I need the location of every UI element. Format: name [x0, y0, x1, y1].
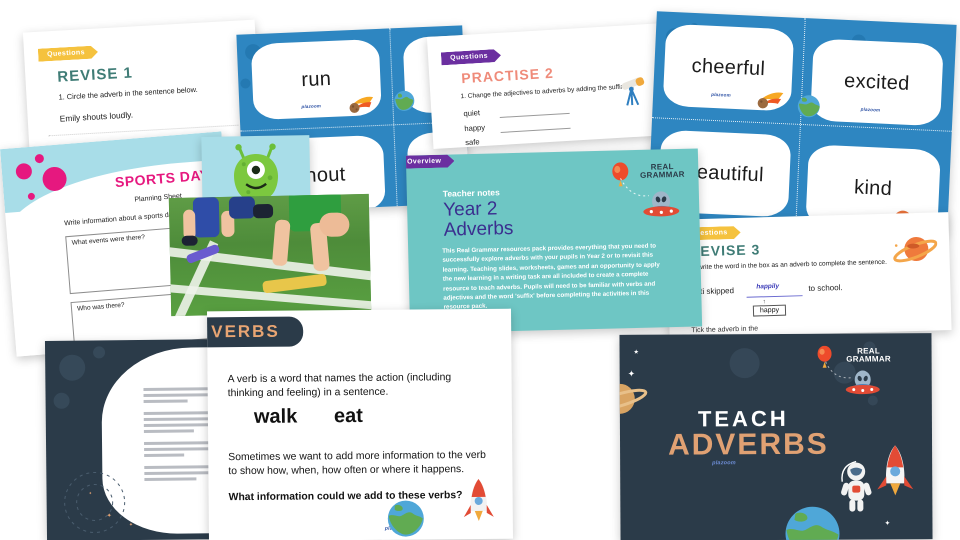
earth-icon [785, 506, 840, 540]
slide-title-line2: ADVERBS [667, 427, 829, 462]
word-card-label: cheerful [691, 54, 766, 80]
telescope-icon [621, 77, 645, 106]
earth-icon [394, 90, 415, 111]
word-card-label: run [300, 67, 332, 91]
rocket-icon [877, 445, 914, 496]
dotted-trail-icon [620, 178, 649, 197]
sports-day-photo [168, 193, 372, 317]
bubble-decor [240, 78, 251, 89]
resource-pack-collage: Questions REVISE 1 1. Circle the adverb … [0, 0, 960, 540]
slide-verbs[interactable]: VERBS A verb is a word that names the ac… [207, 308, 513, 540]
page-title: REVISE 1 [56, 64, 134, 86]
teacher-notes-label: Teacher notes [442, 187, 500, 199]
word-box: happy [752, 304, 787, 317]
worksheet-word: quiet [463, 108, 481, 119]
worksheet-question: 1. Change the adjectives to adverbs by a… [460, 82, 635, 101]
astronaut-icon [841, 460, 872, 512]
comet-icon [349, 96, 374, 113]
slide-recount-text[interactable]: ✦ ✦ ✦ [44, 339, 234, 540]
word-card-label: excited [843, 69, 911, 95]
bubble-decor [93, 346, 106, 359]
teacher-notes-title-line1: Year 2 [442, 198, 498, 221]
bubble-decor [53, 392, 70, 409]
star-icon: ✦ [106, 513, 112, 520]
plazoom-logo: plazoom [301, 103, 322, 110]
star-icon: ✦ [884, 520, 891, 528]
plazoom-logo: plazoom [860, 106, 881, 113]
page-title: PRACTISE 2 [460, 64, 555, 87]
worksheet-revise-3[interactable]: Questions REVISE 3 Rewrite the word in t… [666, 212, 952, 338]
comet-icon [757, 92, 784, 109]
answer-line[interactable] [500, 127, 571, 133]
slide-example-word: walk [253, 405, 298, 428]
slide-paragraph-1: A verb is a word that names the action (… [227, 372, 452, 400]
bubble-decor [59, 354, 86, 381]
worksheet-tag-questions: Questions [441, 49, 501, 66]
worksheet-next-question: Tick the adverb in the [691, 325, 759, 335]
worksheet-sentence: Emily shouts loudly. [59, 109, 134, 124]
worksheet-word: happy [464, 122, 486, 134]
teacher-notes-panel[interactable]: Overview Teacher notes Year 2 Adverbs Th… [405, 148, 703, 334]
plazoom-logo: plazoom [712, 460, 736, 467]
rocket-icon [463, 478, 494, 521]
worksheet-question: Rewrite the word in the box as an adverb… [689, 258, 887, 272]
dotted-trail-icon [825, 361, 852, 379]
child-shorts [192, 197, 220, 238]
worksheet-practise-2[interactable]: Questions PRACTISE 2 1. Change the adjec… [426, 23, 672, 149]
star-icon: ★ [633, 349, 639, 356]
slide-question: What information could we add to these v… [228, 490, 463, 504]
child-shoe [252, 203, 274, 219]
plazoom-logo: plazoom [711, 91, 731, 98]
cut-line [389, 28, 398, 207]
planet-icon [619, 383, 648, 414]
orbit-icon [64, 471, 126, 533]
real-grammar-logo: REAL GRAMMAR [816, 343, 908, 403]
word-card-label: kind [853, 175, 893, 200]
word-card[interactable]: run plazoom [250, 38, 382, 121]
slide-tab-label: VERBS [211, 321, 280, 342]
earth-icon [387, 500, 424, 537]
slide-example-word: eat [333, 404, 363, 428]
teacher-notes-tag-overview: Overview [406, 154, 455, 168]
child-shorts [228, 196, 256, 219]
slide-tab-verbs: VERBS [207, 316, 304, 348]
slide-paragraph-2: Sometimes we want to add more informatio… [228, 449, 486, 478]
handwritten-answer: happily [756, 282, 780, 291]
worksheet-word: safe [464, 137, 480, 148]
child-knee [319, 212, 350, 237]
answer-line[interactable] [746, 295, 803, 298]
word-card[interactable]: excited plazoom [797, 38, 944, 127]
slide-teach-adverbs[interactable]: ★ ✦ TEACH ADVERBS plazoom REAL GRAMMAR ✦ [619, 333, 933, 540]
bubble-decor [729, 348, 760, 379]
planet-icon [893, 236, 938, 263]
teacher-notes-title-line2: Adverbs [443, 217, 514, 241]
star-icon: ✦ [128, 522, 134, 529]
star-icon: ✦ [88, 490, 92, 496]
word-card[interactable]: cheerful plazoom [662, 23, 795, 112]
earth-icon [797, 95, 820, 118]
child-shoe [181, 235, 198, 246]
worksheet-tag-questions: Questions [38, 45, 98, 61]
worksheet-question: 1. Circle the adverb in the sentence bel… [58, 84, 198, 102]
worksheet-sentence-end: to school. [808, 283, 843, 294]
real-grammar-logo: REAL GRAMMAR [608, 155, 696, 227]
answer-line[interactable] [499, 112, 570, 118]
teacher-notes-body: This Real Grammar resources pack provide… [442, 242, 660, 312]
worksheet-revise-1[interactable]: Questions REVISE 1 1. Circle the adverb … [22, 19, 262, 151]
